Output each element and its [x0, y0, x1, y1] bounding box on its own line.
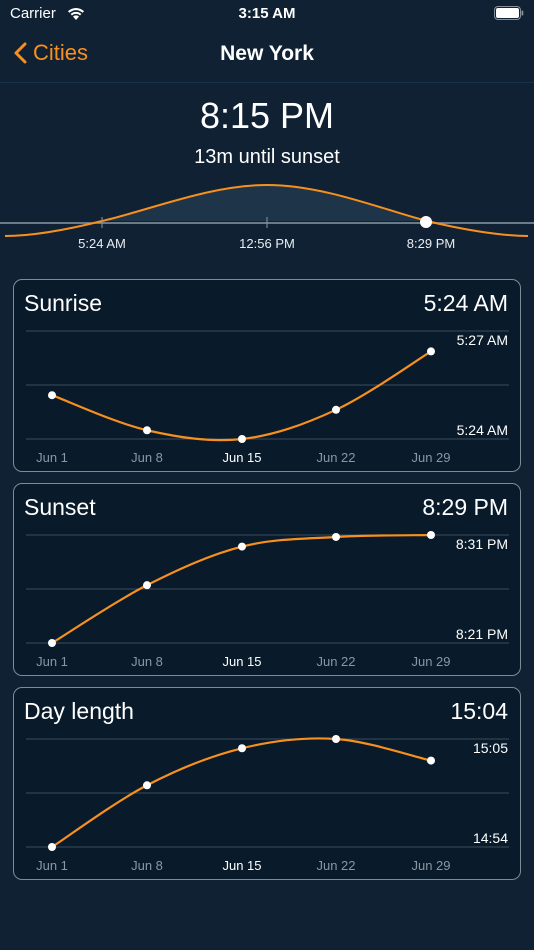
data-point	[332, 735, 340, 743]
data-point	[427, 531, 435, 539]
x-axis-label: Jun 15	[222, 450, 261, 465]
day-length-chart: 15:05 14:54 Jun 1 Jun 8 Jun 15 Jun 22 Jun 29	[26, 735, 509, 873]
sunrise-chart: 5:27 AM 5:24 AM Jun 1 Jun 8 Jun 15 Jun 22 Jun …	[26, 330, 509, 465]
y-min-label: 8:21 PM	[456, 626, 508, 642]
navigation-bar: Cities New York	[0, 28, 534, 83]
data-point	[238, 542, 246, 551]
data-point	[427, 756, 435, 765]
sunset-countdown: 13m until sunset	[194, 146, 340, 168]
x-axis-label: Jun 29	[411, 450, 450, 465]
sunrise-card[interactable]: Sunrise 5:24 AM 5:27 AM 5:24 AM Jun 1 Jun 8…	[13, 279, 521, 472]
data-point	[238, 435, 246, 443]
series-line	[51, 350, 432, 442]
data-point	[427, 347, 435, 356]
sunset-chart: 8:31 PM 8:21 PM Jun 1 Jun 8 Jun 15 Jun 22 Jun …	[26, 531, 509, 669]
page-title: New York	[220, 42, 314, 65]
x-axis-label: Jun 29	[411, 654, 450, 669]
clock-time: 3:15 AM	[238, 5, 296, 22]
x-axis-label: Jun 22	[316, 858, 355, 873]
y-min-label: 14:54	[473, 830, 508, 846]
x-axis-label: Jun 22	[316, 654, 355, 669]
y-min-label: 5:24 AM	[457, 422, 508, 438]
x-axis-label: Jun 1	[36, 450, 68, 465]
day-length-card[interactable]: Day length 15:04 15:05 14:54 Jun 1 Jun 8 Jun…	[13, 687, 521, 880]
x-axis-label: Jun 15	[222, 654, 261, 669]
x-axis-label: Jun 22	[316, 450, 355, 465]
sunrise-time-label: 5:24 AM	[78, 236, 126, 251]
x-axis-label: Jun 29	[411, 858, 450, 873]
sunset-time-label: 8:29 PM	[406, 236, 456, 251]
y-max-label: 5:27 AM	[457, 332, 508, 348]
x-axis-label: Jun 8	[131, 654, 163, 669]
data-point	[143, 581, 151, 590]
x-axis-label: Jun 1	[36, 858, 68, 873]
x-axis-label: Jun 8	[131, 858, 163, 873]
x-axis-label: Jun 8	[131, 450, 163, 465]
data-point	[48, 391, 56, 400]
battery-icon	[494, 6, 524, 20]
data-point	[143, 781, 151, 790]
data-point	[143, 426, 151, 435]
x-axis-label: Jun 15	[222, 858, 261, 873]
data-point	[332, 405, 340, 414]
solar-noon-label: 12:56 PM	[239, 236, 295, 251]
x-axis-label: Jun 1	[36, 654, 68, 669]
current-time: 8:15 PM	[199, 95, 335, 136]
y-max-label: 15:05	[473, 740, 508, 756]
y-max-label: 8:31 PM	[456, 536, 508, 552]
daylight-area	[102, 185, 427, 221]
data-point	[238, 744, 246, 753]
sun-position-marker	[420, 216, 432, 228]
data-point	[332, 532, 340, 541]
sun-path-graph	[0, 183, 534, 237]
data-point	[48, 843, 56, 851]
status-bar: Carrier 3:15 AM	[0, 0, 534, 28]
sunset-card[interactable]: Sunset 8:29 PM 8:31 PM 8:21 PM Jun 1 Jun 8J…	[13, 483, 521, 676]
data-point	[48, 639, 56, 647]
